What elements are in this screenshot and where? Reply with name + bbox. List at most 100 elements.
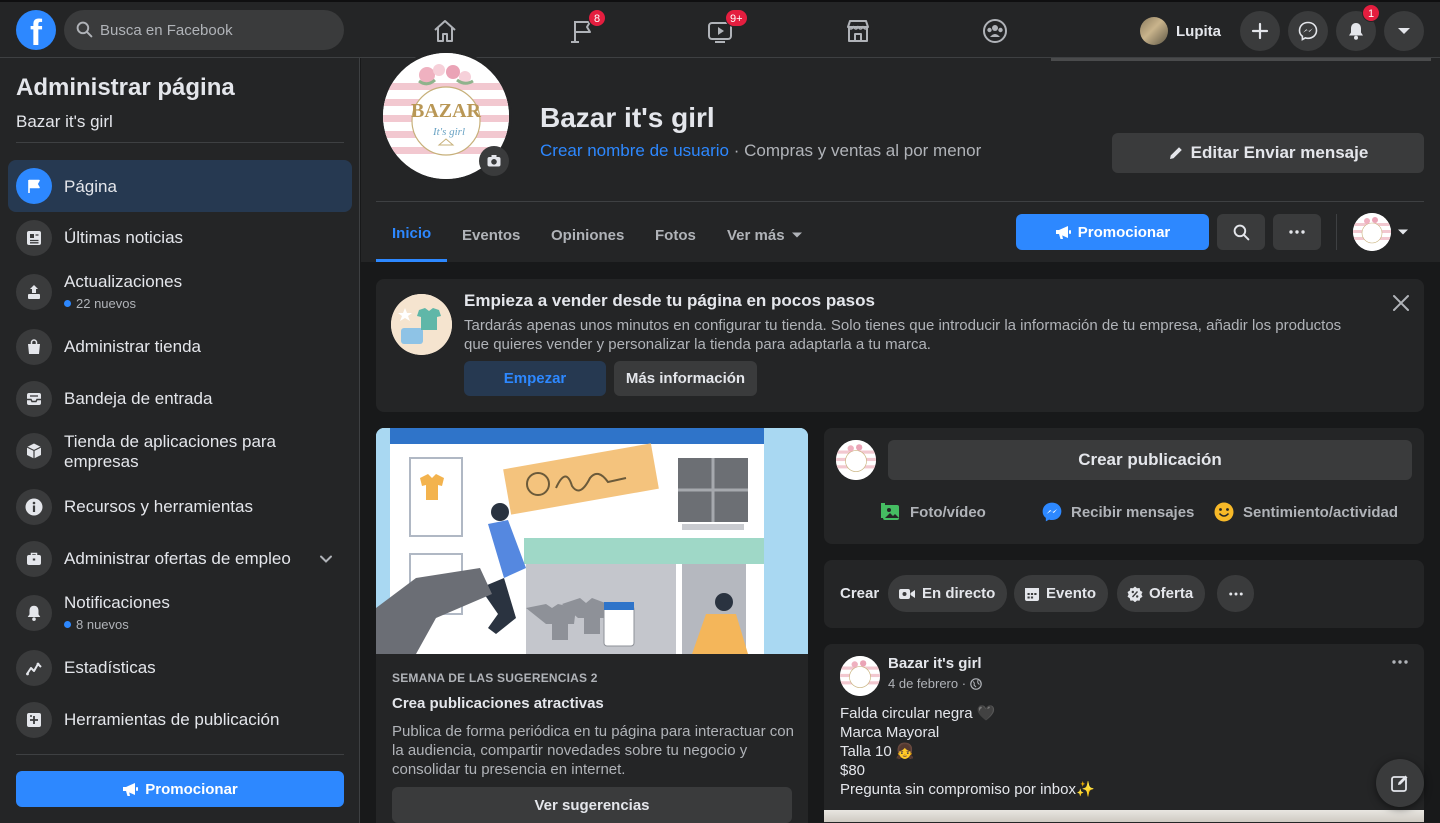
sidebar-item-resources[interactable]: Recursos y herramientas — [8, 481, 352, 533]
edit-send-message-button[interactable]: Editar Enviar mensaje — [1112, 133, 1424, 173]
new-message-button[interactable] — [1376, 759, 1424, 807]
create-label: Crear — [840, 585, 880, 602]
caret-down-icon[interactable] — [1397, 226, 1409, 238]
more-options-button[interactable] — [1273, 214, 1321, 250]
calendar-icon — [1025, 587, 1039, 601]
chevron-down-icon[interactable] — [318, 551, 334, 567]
nav-watch[interactable]: 9+ — [665, 6, 775, 56]
search-input[interactable] — [100, 10, 330, 50]
post-line: Marca Mayoral — [840, 724, 940, 741]
create-username-link[interactable]: Crear nombre de usuario — [540, 141, 729, 160]
compose-icon — [1390, 773, 1410, 793]
plus-icon — [1251, 22, 1269, 40]
nav-groups[interactable] — [940, 6, 1050, 56]
sidebar-item-manage-shop[interactable]: Administrar tienda — [8, 321, 352, 373]
page-title: Bazar it's girl — [540, 102, 715, 133]
search-icon — [1233, 224, 1250, 241]
more-info-button[interactable]: Más información — [614, 361, 757, 396]
offer-tag-icon — [1127, 586, 1143, 602]
home-icon — [431, 17, 459, 45]
promote-button[interactable]: Promocionar — [16, 771, 344, 807]
get-messages-label: Recibir mensajes — [1071, 503, 1195, 521]
photo-video-label: Foto/vídeo — [910, 503, 986, 521]
event-button[interactable]: Evento — [1014, 575, 1109, 612]
tab-photos[interactable]: Fotos — [639, 208, 712, 262]
messenger-button[interactable] — [1288, 11, 1328, 51]
post-body: Falda circular negra 🖤 Marca Mayoral Tal… — [840, 704, 1095, 799]
post-photo[interactable] — [824, 810, 1424, 822]
sidebar-item-label: Tienda de aplicaciones para empresas — [64, 432, 277, 471]
messenger-icon — [1042, 502, 1062, 522]
sidebar-item-notifications[interactable]: Notificaciones 8 nuevos — [8, 585, 352, 641]
get-messages-button[interactable]: Recibir mensajes — [1041, 496, 1194, 528]
nav-marketplace[interactable] — [803, 6, 913, 56]
sidebar-item-label: Estadísticas — [64, 658, 156, 677]
edit-button-label: Editar Enviar mensaje — [1190, 143, 1369, 162]
shop-card-description: Tardarás apenas unos minutos en configur… — [464, 317, 1342, 353]
inbox-icon — [16, 381, 52, 417]
sidebar-item-label: Administrar tienda — [64, 337, 202, 356]
tab-events[interactable]: Eventos — [446, 208, 536, 262]
post-author[interactable]: Bazar it's girl — [888, 655, 982, 672]
start-shop-button[interactable]: Empezar — [464, 361, 606, 396]
notifications-count: 8 nuevos — [64, 617, 129, 632]
sidebar-item-business-app-store[interactable]: Tienda de aplicaciones para empresas — [8, 425, 352, 477]
divider — [1336, 214, 1337, 250]
bell-icon — [16, 595, 52, 631]
more-create-button[interactable] — [1217, 575, 1254, 612]
news-feed-icon — [16, 220, 52, 256]
sidebar-item-insights[interactable]: Estadísticas — [8, 642, 352, 694]
sidebar-item-publishing-tools[interactable]: Herramientas de publicación — [8, 694, 352, 746]
photo-icon — [881, 503, 899, 520]
box-icon — [16, 433, 52, 469]
page-header: BAZAR It's girl Bazar it's girl Crear no… — [361, 50, 1440, 262]
feeling-activity-button[interactable]: Sentimiento/actividad — [1213, 496, 1398, 528]
tips-card: SEMANA DE LAS SUGERENCIAS 2 Crea publica… — [376, 428, 808, 823]
update-picture-button[interactable] — [479, 146, 509, 176]
close-icon[interactable] — [1392, 294, 1410, 312]
bazar-logo — [1353, 213, 1391, 251]
create-post-card: Crear publicación Foto/vídeo Recibir men… — [824, 428, 1424, 544]
post-timestamp[interactable]: 4 de febrero · — [888, 676, 982, 691]
offer-label: Oferta — [1149, 585, 1194, 602]
create-button[interactable] — [1240, 11, 1280, 51]
page-avatar-switcher[interactable] — [1353, 213, 1391, 251]
tab-home[interactable]: Inicio — [376, 208, 448, 262]
post-line: Pregunta sin compromiso por inbox✨ — [840, 781, 1095, 798]
tab-reviews[interactable]: Opiniones — [535, 208, 640, 262]
page-category: · Compras y ventas al por menor — [728, 141, 982, 160]
manage-page-sidebar: Administrar página Bazar it's girl Págin… — [0, 58, 360, 823]
live-button[interactable]: En directo — [888, 575, 1008, 612]
photo-video-button[interactable]: Foto/vídeo — [880, 496, 986, 528]
sidebar-item-page[interactable]: Página — [8, 160, 352, 212]
more-dots-icon — [1289, 230, 1305, 234]
account-menu-button[interactable] — [1384, 11, 1424, 51]
sidebar-item-label: Actualizaciones — [64, 272, 183, 291]
sidebar-item-news-feed[interactable]: Últimas noticias — [8, 212, 352, 264]
offer-button[interactable]: Oferta — [1117, 575, 1206, 612]
sidebar-item-label: Herramientas de publicación — [64, 710, 280, 729]
promote-label: Promocionar — [145, 780, 238, 798]
post-author-avatar[interactable] — [840, 656, 880, 696]
sidebar-item-label: Últimas noticias — [64, 228, 184, 247]
live-label: En directo — [922, 585, 996, 602]
create-bar: Crear En directo Evento Oferta — [824, 560, 1424, 628]
sidebar-item-job-offers[interactable]: Administrar ofertas de empleo — [8, 533, 352, 585]
tab-more[interactable]: Ver más — [711, 208, 819, 262]
avatar — [1140, 17, 1168, 45]
search-box[interactable] — [64, 10, 344, 50]
more-dots-icon[interactable] — [1392, 660, 1408, 664]
notifications-button[interactable]: 1 — [1336, 4, 1380, 51]
profile-link[interactable]: Lupita — [1136, 14, 1231, 48]
facebook-logo[interactable]: f — [16, 10, 56, 53]
top-bar: f 8 9+ Lupita 1 — [0, 0, 1440, 58]
nav-pages[interactable]: 8 — [528, 6, 638, 56]
promote-page-button[interactable]: Promocionar — [1016, 214, 1209, 250]
nav-home[interactable] — [390, 6, 500, 56]
post-line: $80 — [840, 762, 866, 779]
sidebar-item-inbox[interactable]: Bandeja de entrada — [8, 373, 352, 425]
search-page-button[interactable] — [1217, 214, 1265, 250]
sidebar-item-updates[interactable]: Actualizaciones 22 nuevos — [8, 264, 352, 320]
see-tips-button[interactable]: Ver sugerencias — [392, 787, 792, 823]
create-post-input[interactable]: Crear publicación — [888, 440, 1412, 480]
